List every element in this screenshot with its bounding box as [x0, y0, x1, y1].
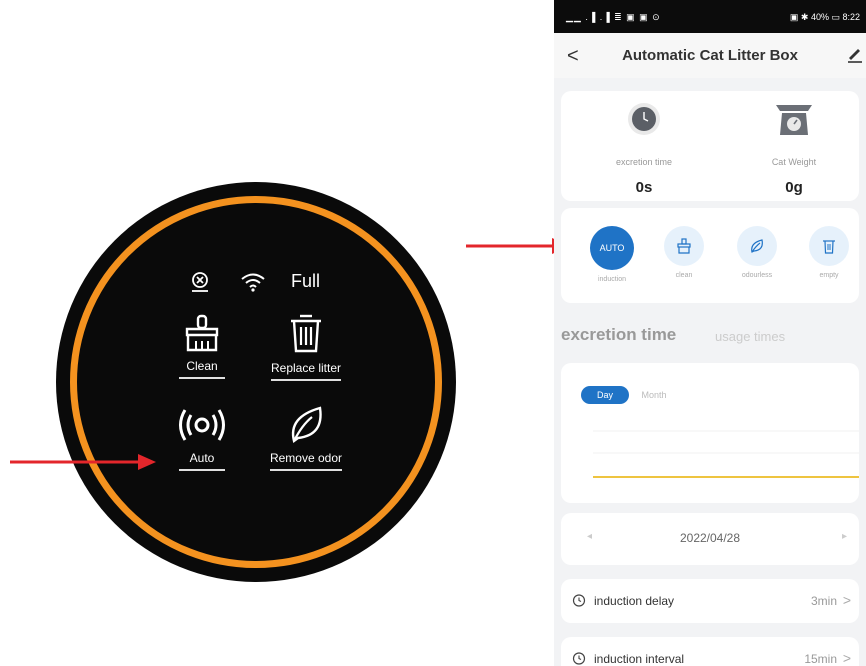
auto-badge: AUTO [590, 226, 634, 270]
auto-button[interactable]: Auto [142, 405, 262, 471]
tab-excretion-time[interactable]: excretion time [561, 325, 676, 345]
status-bar: ▁▁ .▐ .▐ ≣ ▣ ▣ ⊙ ▣ ✱ 40% ▭ 8:22 [554, 0, 866, 33]
period-toggle: Day Month [581, 385, 666, 404]
replace-litter-button[interactable]: Replace litter [246, 311, 366, 381]
next-date-button[interactable]: ▸ [842, 531, 847, 542]
setting-induction-interval[interactable]: induction interval 15min > [561, 637, 859, 666]
clock-icon [628, 103, 660, 135]
remove-odor-label: Remove odor [269, 451, 343, 471]
chevron-right-icon: > [842, 650, 851, 666]
mode-empty[interactable]: empty [799, 226, 859, 279]
panel-ring [70, 196, 442, 568]
cat-weight-stat: Cat Weight 0g [719, 91, 866, 196]
induction-delay-label: induction delay [594, 594, 675, 608]
mode-odourless-label: odourless [741, 272, 773, 279]
cat-weight-value: 0g [785, 179, 803, 196]
mode-clean[interactable]: clean [654, 226, 714, 279]
page-title: Automatic Cat Litter Box [622, 47, 798, 64]
arrow-to-auto-button [10, 454, 156, 470]
month-toggle[interactable]: Month [641, 390, 666, 400]
status-bar-left: ▁▁ .▐ .▐ ≣ ▣ ▣ ⊙ [566, 12, 661, 22]
replace-litter-label: Replace litter [270, 361, 342, 381]
litter-full-icon [189, 271, 211, 298]
induction-interval-label: induction interval [594, 652, 685, 666]
clean-label: Clean [179, 359, 225, 379]
tab-usage-times[interactable]: usage times [715, 329, 785, 344]
cat-weight-label: Cat Weight [771, 157, 817, 167]
mode-induction-label: induction [597, 276, 627, 283]
leaf-icon [291, 406, 322, 444]
excretion-time-value: 0s [635, 179, 653, 196]
stats-card: excretion time 0s Cat Weight 0g [561, 91, 859, 201]
usage-chart [593, 430, 859, 478]
radar-icon [179, 409, 225, 441]
clean-button[interactable]: Clean [142, 313, 262, 379]
leaf-icon [751, 239, 763, 253]
mode-selector-card: AUTO induction clean odourless empty [561, 208, 859, 303]
mode-clean-label: clean [675, 272, 693, 279]
induction-delay-value: 3min [810, 594, 837, 608]
mode-odourless[interactable]: odourless [727, 226, 787, 279]
setting-induction-delay[interactable]: induction delay 3min > [561, 579, 859, 623]
timer-icon [572, 651, 586, 666]
full-status-text: Full [291, 271, 321, 291]
mode-empty-label: empty [819, 272, 839, 279]
excretion-time-stat: excretion time 0s [569, 91, 719, 196]
trash-icon [291, 314, 321, 353]
day-toggle[interactable]: Day [581, 386, 630, 404]
device-control-panel: Full Clean Replace litter Auto Remove od… [56, 182, 456, 582]
wifi-icon [240, 271, 266, 298]
status-bar-right: ▣ ✱ 40% ▭ 8:22 [789, 12, 860, 22]
scale-icon [776, 105, 812, 135]
trash-icon [823, 240, 835, 254]
chart-tabs: excretion time usage times [554, 303, 866, 363]
timer-icon [572, 593, 586, 612]
phone-app-screen: ▁▁ .▐ .▐ ≣ ▣ ▣ ⊙ ▣ ✱ 40% ▭ 8:22 < Automa… [554, 0, 866, 666]
app-bar: < Automatic Cat Litter Box [554, 33, 866, 78]
current-date: 2022/04/28 [679, 531, 741, 545]
brush-icon [185, 314, 219, 352]
induction-interval-value: 15min [804, 652, 837, 666]
edit-icon[interactable] [846, 45, 864, 68]
remove-odor-button[interactable]: Remove odor [246, 405, 366, 471]
excretion-time-label: excretion time [615, 157, 673, 167]
brush-icon [677, 238, 691, 254]
panel-status-row: Full [187, 269, 347, 295]
chart-card: Day Month [561, 363, 859, 503]
auto-label: Auto [179, 451, 225, 471]
date-navigator: ◂ 2022/04/28 ▸ [561, 513, 859, 565]
mode-induction[interactable]: AUTO induction [582, 226, 642, 283]
chevron-right-icon: > [842, 592, 851, 608]
